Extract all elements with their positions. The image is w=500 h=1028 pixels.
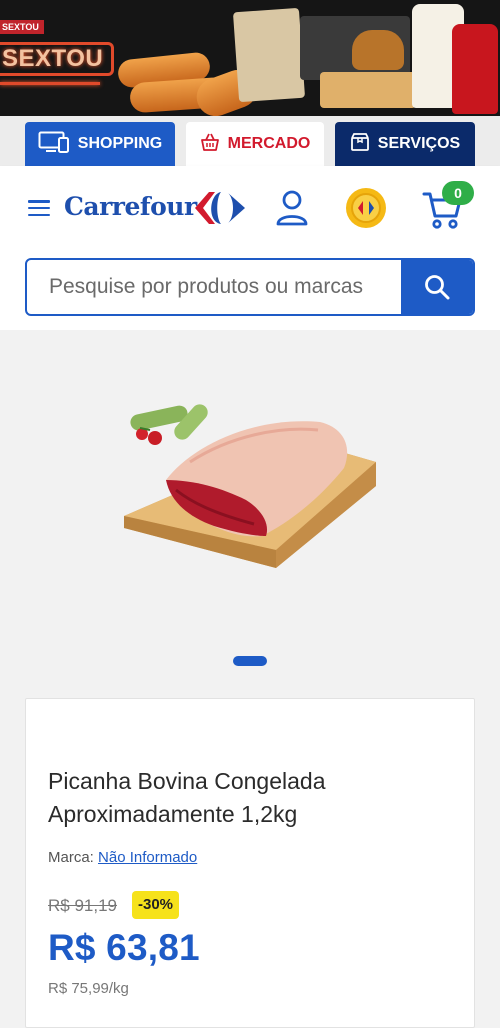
search-bar	[25, 258, 475, 316]
search-button[interactable]	[401, 260, 473, 314]
menu-icon[interactable]	[28, 200, 50, 217]
neon-line	[0, 82, 100, 85]
tab-shopping[interactable]: SHOPPING	[25, 122, 175, 166]
cart-count-badge: 0	[442, 181, 474, 205]
promo-banner[interactable]: SEXTOU SEXTOU	[0, 0, 500, 116]
tab-servicos[interactable]: SERVIÇOS	[335, 122, 475, 166]
carrefour-logo-text[interactable]: Carrefour	[64, 192, 197, 221]
search-input[interactable]	[27, 260, 403, 314]
carrefour-logo-icon[interactable]	[193, 190, 247, 226]
old-price: R$ 91,19	[48, 896, 117, 915]
ketchup-bottle	[452, 24, 498, 114]
store-tabs: SHOPPING MERCADO SERVIÇOS	[0, 116, 500, 166]
site-header: Carrefour 0	[0, 166, 500, 330]
search-icon	[425, 275, 450, 300]
tab-label: SHOPPING	[77, 135, 163, 152]
current-price: R$ 63,81	[48, 927, 200, 968]
product-info-card: Picanha Bovina Congelada Aproximadamente…	[25, 698, 475, 1028]
unit-price: R$ 75,99/kg	[48, 980, 129, 997]
sextou-neon-sign: SEXTOU	[0, 42, 114, 76]
coin-icon[interactable]	[345, 187, 387, 229]
user-icon[interactable]	[275, 190, 309, 226]
brand-label: Marca:	[48, 849, 94, 866]
sausage-package	[320, 72, 416, 108]
basket-icon	[200, 132, 220, 157]
product-image[interactable]	[0, 330, 500, 700]
gift-box-icon	[350, 132, 370, 157]
product-title: Picanha Bovina Congelada Aproximadamente…	[48, 768, 326, 827]
salami-package	[232, 7, 306, 103]
monitor-phone-icon	[38, 131, 70, 158]
tab-label: MERCADO	[227, 135, 311, 152]
burger-image	[352, 30, 404, 70]
brand-link[interactable]: Não Informado	[98, 849, 197, 866]
product-brand: Marca: Não Informado	[48, 849, 197, 866]
image-carousel-indicator[interactable]	[233, 656, 267, 666]
promo-tag: SEXTOU	[0, 20, 44, 34]
tab-mercado[interactable]: MERCADO	[186, 122, 324, 166]
tab-label: SERVIÇOS	[377, 135, 461, 152]
discount-badge: -30%	[132, 891, 180, 919]
